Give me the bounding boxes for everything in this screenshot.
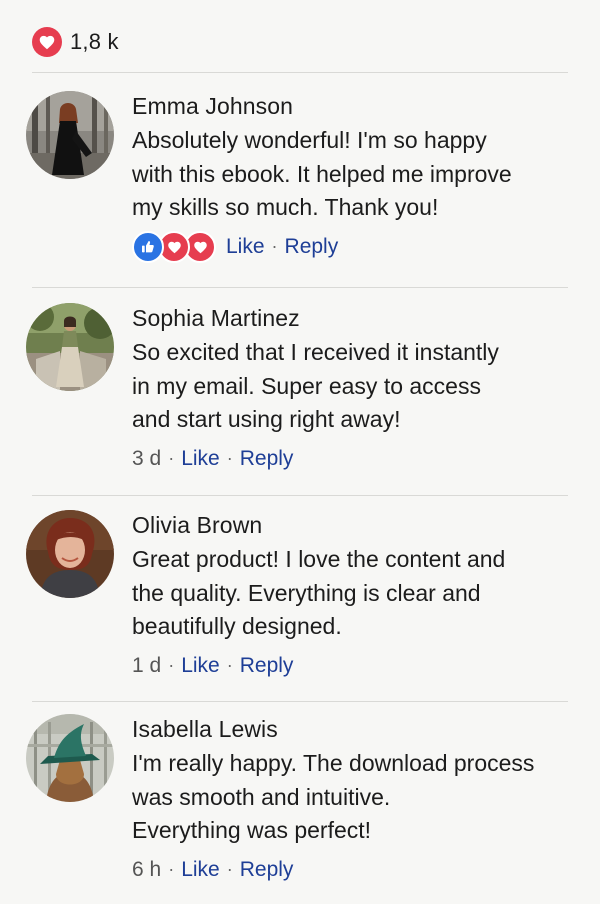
comment-time: 6 h <box>132 857 162 881</box>
separator-dot: · <box>168 655 175 675</box>
comment-line: Everything was perfect! <box>132 817 372 843</box>
avatar[interactable] <box>26 91 114 179</box>
divider <box>32 72 568 73</box>
divider <box>32 701 568 702</box>
comment-line: beautifully designed. <box>132 613 342 639</box>
like-link[interactable]: Like <box>226 235 265 259</box>
reply-link[interactable]: Reply <box>240 858 294 882</box>
reaction-count: 1,8 k <box>70 29 119 54</box>
avatar[interactable] <box>26 303 114 391</box>
separator-dot: · <box>226 859 233 879</box>
comment-time: 3 d <box>132 446 162 470</box>
comment-line: So excited that I received it instantly <box>132 339 499 365</box>
comment-actions: 1 d · Like · Reply <box>132 650 582 682</box>
comment-author[interactable]: Emma Johnson <box>132 91 582 121</box>
avatar[interactable] <box>26 510 114 598</box>
separator-dot: · <box>226 448 233 468</box>
comment-author[interactable]: Isabella Lewis <box>132 714 582 744</box>
like-link[interactable]: Like <box>181 654 220 678</box>
comment-author[interactable]: Olivia Brown <box>132 510 582 540</box>
comment-line: Great product! I love the content and <box>132 546 506 572</box>
reply-link[interactable]: Reply <box>240 654 294 678</box>
like-icon <box>132 230 164 263</box>
reply-link[interactable]: Reply <box>240 447 294 471</box>
comment-text: Absolutely wonderful! I'm so happy with … <box>132 124 582 225</box>
comment-text: I'm really happy. The download process w… <box>132 747 582 848</box>
divider <box>32 287 568 288</box>
like-link[interactable]: Like <box>181 447 220 471</box>
comment-text: Great product! I love the content and th… <box>132 543 582 644</box>
divider <box>32 495 568 496</box>
comment-line: my skills so much. Thank you! <box>132 194 439 220</box>
comment-line: with this ebook. It helped me improve <box>132 160 512 187</box>
comment-line: I'm really happy. The download process <box>132 750 535 776</box>
avatar[interactable] <box>26 714 114 802</box>
comment-text: So excited that I received it instantly … <box>132 336 582 437</box>
heart-icon <box>32 27 62 57</box>
comment-line: and start using right away! <box>132 406 401 432</box>
comment-line: was smooth and intuitive. <box>132 783 391 810</box>
separator-dot: · <box>271 236 278 256</box>
comment-actions: Like · Reply <box>132 230 582 263</box>
comment-reactions[interactable] <box>132 230 216 263</box>
like-link[interactable]: Like <box>181 858 220 882</box>
comment-actions: 6 h · Like · Reply <box>132 854 582 886</box>
separator-dot: · <box>226 655 233 675</box>
reaction-summary[interactable]: 1,8 k <box>32 26 119 58</box>
comment-time: 1 d <box>132 653 162 677</box>
comment-line: the quality. Everything is clear and <box>132 579 481 606</box>
comment-line: in my email. Super easy to access <box>132 372 481 399</box>
comment-line: Absolutely wonderful! I'm so happy <box>132 127 487 153</box>
reply-link[interactable]: Reply <box>285 235 339 259</box>
comment-actions: 3 d · Like · Reply <box>132 443 582 475</box>
comment-author[interactable]: Sophia Martinez <box>132 303 582 333</box>
separator-dot: · <box>168 859 175 879</box>
separator-dot: · <box>168 448 175 468</box>
